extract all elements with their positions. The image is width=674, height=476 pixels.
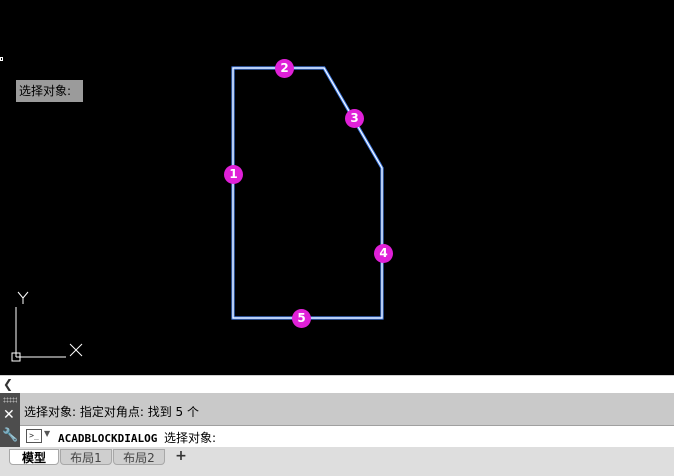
chevron-down-icon[interactable]: ▼ bbox=[44, 429, 50, 438]
tab-layout1[interactable]: 布局1 bbox=[60, 449, 112, 465]
vertex-marker-4[interactable]: 4 bbox=[374, 244, 393, 263]
selected-polyline-glow bbox=[231, 66, 384, 320]
chevron-left-icon[interactable]: ❮ bbox=[3, 376, 13, 393]
command-name: ACADBLOCKDIALOG bbox=[58, 432, 158, 445]
command-input[interactable]: >_ ▼ ACADBLOCKDIALOG 选择对象: bbox=[20, 425, 674, 447]
horizontal-scrollbar[interactable]: ❮ bbox=[0, 375, 674, 393]
wrench-icon[interactable]: 🔧 bbox=[2, 429, 18, 443]
dynamic-input-tooltip: 选择对象: bbox=[16, 80, 83, 102]
command-history: 选择对象: 指定对角点: 找到 5 个 bbox=[24, 405, 199, 419]
ucs-icon bbox=[11, 291, 83, 362]
layout-tabs: 模型 布局1 布局2 + bbox=[0, 447, 674, 476]
vertex-marker-3[interactable]: 3 bbox=[345, 109, 364, 128]
command-line-window: ✕ 🔧 选择对象: 指定对角点: 找到 5 个 >_ ▼ ACADBLOCKDI… bbox=[0, 393, 674, 447]
command-prompt-text: ACADBLOCKDIALOG 选择对象: bbox=[58, 429, 216, 446]
command-prompt: 选择对象: bbox=[163, 431, 217, 445]
vertex-marker-2[interactable]: 2 bbox=[275, 59, 294, 78]
vertex-marker-5[interactable]: 5 bbox=[292, 309, 311, 328]
drag-grip-icon[interactable] bbox=[3, 397, 17, 403]
selected-polyline[interactable] bbox=[232, 67, 383, 319]
vertex-marker-1[interactable]: 1 bbox=[224, 165, 243, 184]
drawing-viewport[interactable]: 选择对象: 1 2 3 4 5 bbox=[0, 0, 674, 375]
command-prompt-icon[interactable]: >_ bbox=[26, 429, 42, 443]
crosshair-pickbox bbox=[0, 57, 3, 61]
close-icon[interactable]: ✕ bbox=[3, 407, 15, 423]
tab-layout2[interactable]: 布局2 bbox=[113, 449, 165, 465]
command-line-sidebar: ✕ 🔧 bbox=[0, 393, 20, 447]
add-layout-button[interactable]: + bbox=[170, 449, 192, 465]
tab-model[interactable]: 模型 bbox=[9, 449, 59, 465]
drawing-canvas[interactable] bbox=[0, 0, 674, 375]
